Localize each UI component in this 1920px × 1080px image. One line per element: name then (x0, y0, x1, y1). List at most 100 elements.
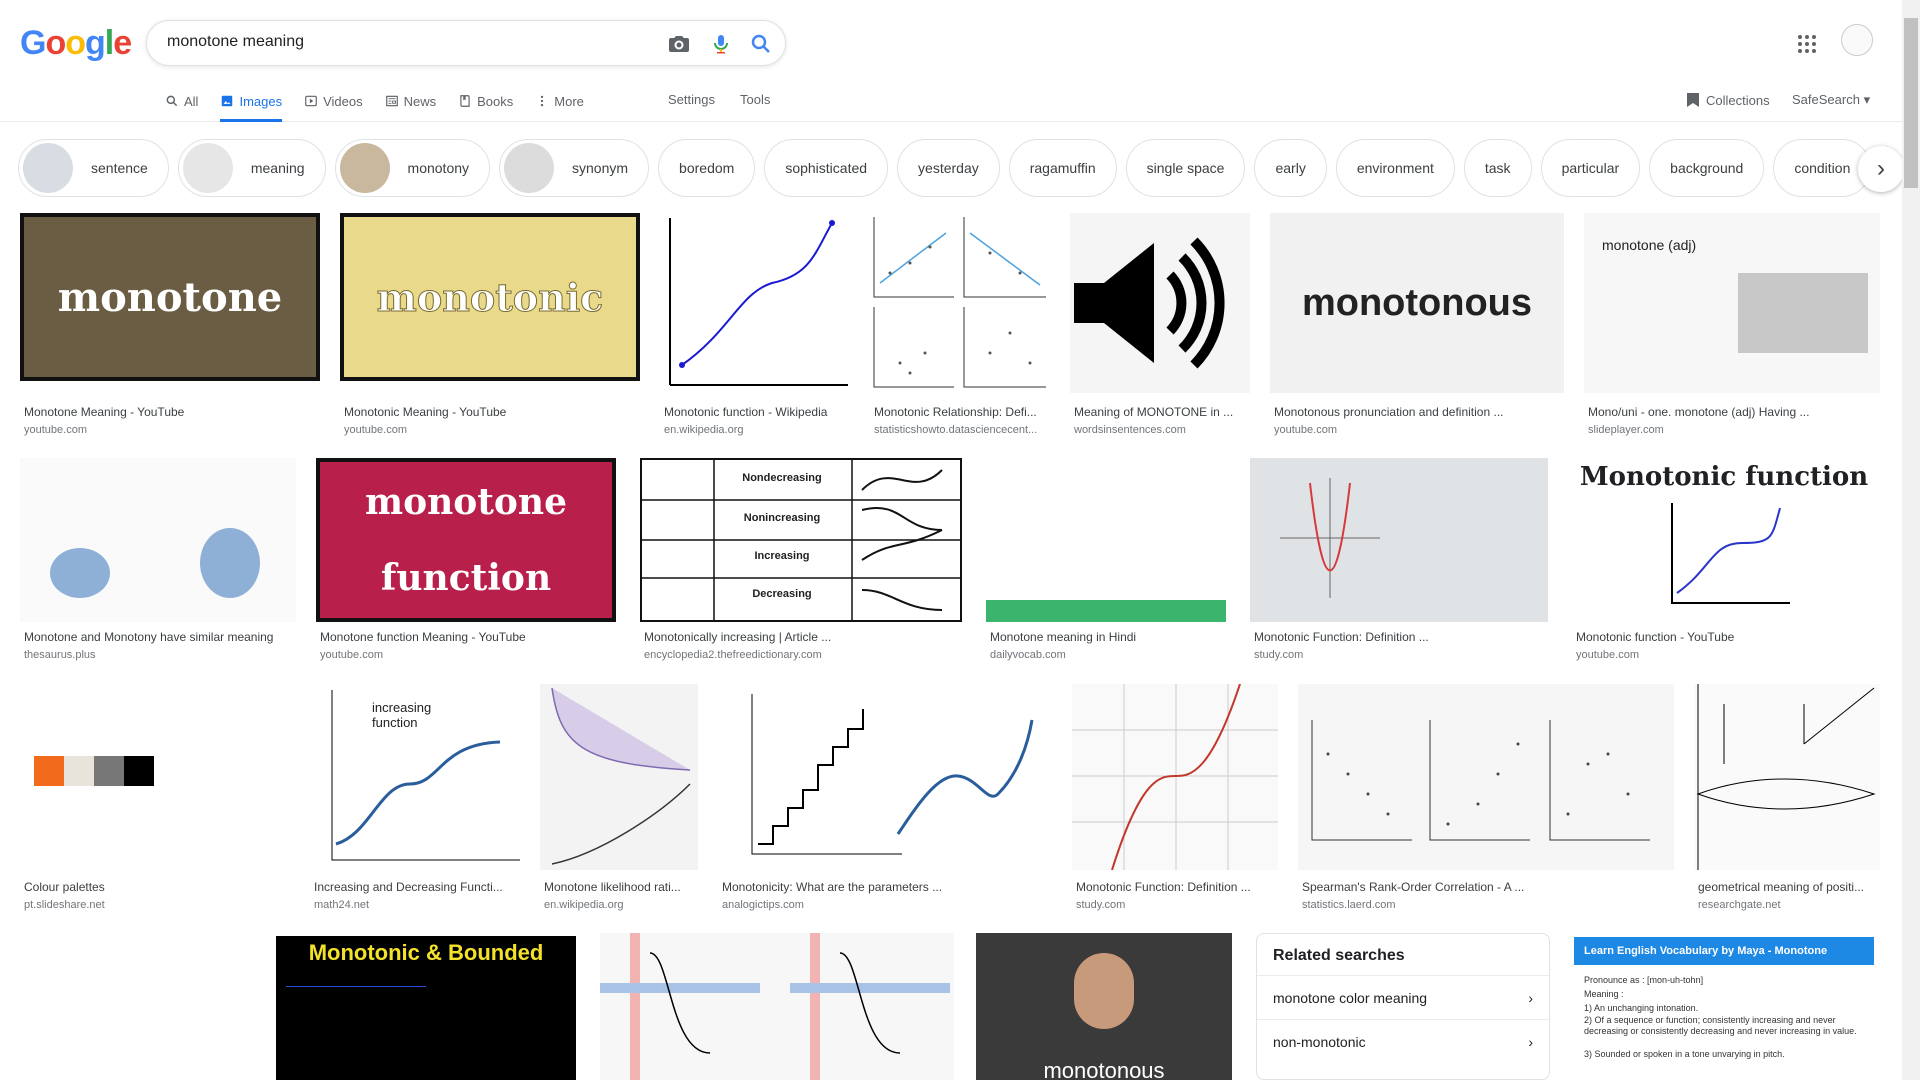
tab-videos[interactable]: Videos (304, 88, 363, 122)
image-result[interactable]: monotonic Monotonic Meaning - YouTube yo… (340, 213, 640, 443)
related-search-item[interactable]: monotone color meaning › (1257, 975, 1549, 1019)
search-icon (166, 95, 178, 107)
chip-single-space[interactable]: single space (1125, 139, 1246, 197)
tab-more[interactable]: More (535, 88, 584, 122)
thumbnail-text: Monotonic function (1579, 462, 1869, 492)
tab-all[interactable]: All (165, 88, 198, 122)
meaning-line: 3) Sounded or spoken in a tone unvarying… (1584, 1049, 1785, 1059)
chip-task[interactable]: task (1463, 139, 1532, 197)
pigeon-image (200, 528, 260, 598)
tab-news[interactable]: News (385, 88, 437, 122)
yawning-man-image (1738, 273, 1868, 353)
search-input[interactable] (167, 33, 627, 51)
result-title: Monotonic Function: Definition ... (1076, 880, 1251, 894)
image-result[interactable]: Monotonic function Monotonic function - … (1572, 458, 1876, 668)
chip-meaning[interactable]: meaning (177, 139, 326, 197)
image-result[interactable]: Monotone and Monotony have similar meani… (20, 458, 296, 668)
tab-label: More (554, 93, 584, 109)
related-chips-bar: sentence meaning monotony synonym boredo… (18, 139, 1888, 197)
meaning-label: Meaning : (1584, 989, 1624, 999)
result-title: Monotonic function - Wikipedia (664, 405, 828, 419)
image-result[interactable]: monotonous Monotonous pronunciation and … (1270, 213, 1564, 443)
tab-label: Books (477, 93, 514, 109)
tools-link[interactable]: Tools (740, 92, 770, 107)
increasing-function-graph (331, 690, 520, 861)
collections-button[interactable]: Collections (1686, 92, 1770, 108)
microphone-icon[interactable] (709, 32, 733, 56)
account-avatar[interactable] (1841, 24, 1873, 56)
image-result[interactable]: geometrical meaning of positi... researc… (1694, 684, 1880, 914)
chip-environment[interactable]: environment (1335, 139, 1455, 197)
image-result[interactable] (600, 933, 954, 1080)
result-source: statistics.laerd.com (1302, 899, 1396, 911)
chevron-right-icon: › (1528, 1033, 1533, 1050)
image-result[interactable] (20, 933, 254, 1080)
spectral-task-thumbnail (20, 933, 254, 1080)
image-result[interactable]: Monotonic Function: Definition ... study… (1072, 684, 1278, 914)
image-result[interactable]: Monotonic Function: Definition ... study… (1250, 458, 1548, 668)
google-logo[interactable]: Google (20, 24, 132, 63)
chip-sentence[interactable]: sentence (18, 139, 169, 197)
result-source: math24.net (314, 899, 370, 911)
chip-early[interactable]: early (1254, 139, 1327, 197)
chevron-right-icon[interactable]: › (1858, 146, 1904, 192)
chip-label: synonym (572, 160, 629, 176)
result-source: youtube.com (1576, 649, 1639, 661)
result-title: Monotonous pronunciation and definition … (1274, 405, 1504, 419)
tab-images[interactable]: Images (220, 88, 283, 122)
image-result[interactable]: increasing function Increasing and Decre… (310, 684, 520, 914)
likelihood-ratio-graph (540, 684, 698, 870)
safesearch-dropdown[interactable]: SafeSearch ▾ (1792, 92, 1870, 108)
image-result[interactable]: Monotone likelihood rati... en.wikipedia… (540, 684, 698, 914)
image-result[interactable]: Monotonic function - Wikipedia en.wikipe… (660, 213, 850, 443)
result-source: encyclopedia2.thefreedictionary.com (644, 649, 822, 661)
image-result[interactable]: Monotonicity: What are the parameters ..… (718, 684, 1052, 914)
meaning-line: 1) An unchanging intonation. (1584, 1003, 1699, 1013)
scrollbar-thumb[interactable] (1904, 18, 1918, 188)
image-result[interactable]: Meaning of MONOTONE in ... wordsinsenten… (1070, 213, 1250, 443)
result-source: dailyvocab.com (990, 649, 1066, 661)
image-result[interactable]: monotone Monotone Meaning - YouTube yout… (20, 213, 320, 443)
image-result[interactable]: Monotonic & Bounded (276, 936, 576, 1080)
settings-link[interactable]: Settings (668, 92, 715, 107)
image-result[interactable]: Monotonic Relationship: Defi... statisti… (870, 213, 1052, 443)
chip-particular[interactable]: particular (1540, 139, 1641, 197)
image-result[interactable]: monotone function Monotone function Mean… (316, 458, 616, 668)
result-source: youtube.com (344, 424, 407, 436)
search-tabs: All Images Videos News Books More (165, 88, 606, 122)
tab-label: News (403, 93, 437, 109)
related-search-item[interactable]: non-monotonic › (1257, 1019, 1549, 1063)
chip-label: particular (1561, 160, 1620, 176)
apps-grid-icon[interactable] (1795, 32, 1819, 56)
chip-thumbnail (182, 143, 233, 193)
tab-label: Images (239, 93, 283, 109)
result-title: Monotonic Relationship: Defi... (874, 405, 1037, 419)
chip-ragamuffin[interactable]: ragamuffin (1008, 139, 1117, 197)
image-result[interactable]: Colour palettes pt.slideshare.net (20, 684, 290, 914)
tab-books[interactable]: Books (458, 88, 513, 122)
chip-yesterday[interactable]: yesterday (897, 139, 1000, 197)
result-source: en.wikipedia.org (544, 899, 624, 911)
image-result[interactable]: Spearman's Rank-Order Correlation - A ..… (1298, 684, 1674, 914)
chip-sophisticated[interactable]: sophisticated (764, 139, 889, 197)
search-icon[interactable] (749, 32, 773, 56)
chip-condition[interactable]: condition (1773, 139, 1872, 197)
monotonic-curve (1671, 503, 1790, 604)
chip-monotony[interactable]: monotony (334, 139, 491, 197)
chip-boredom[interactable]: boredom (658, 139, 756, 197)
image-result[interactable]: Nondecreasing Nonincreasing Increasing D… (640, 458, 962, 668)
result-title: Spearman's Rank-Order Correlation - A ..… (1302, 880, 1525, 894)
chip-synonym[interactable]: synonym (499, 139, 650, 197)
chip-label: single space (1146, 160, 1225, 176)
image-result[interactable]: monotone (adj) Mono/uni - one. monotone … (1584, 213, 1880, 443)
speaker-icon (1070, 213, 1250, 393)
image-result[interactable]: monotonous (976, 933, 1232, 1080)
chip-label: sophisticated (785, 160, 868, 176)
image-result[interactable]: Monotone meaning in Hindi dailyvocab.com (986, 458, 1226, 668)
camera-icon[interactable] (667, 32, 691, 56)
speaker-face (1074, 953, 1134, 1029)
image-result[interactable]: Learn English Vocabulary by Maya - Monot… (1570, 933, 1878, 1080)
result-source: youtube.com (320, 649, 383, 661)
result-title: Monotone function Meaning - YouTube (320, 630, 526, 644)
chip-background[interactable]: background (1649, 139, 1765, 197)
